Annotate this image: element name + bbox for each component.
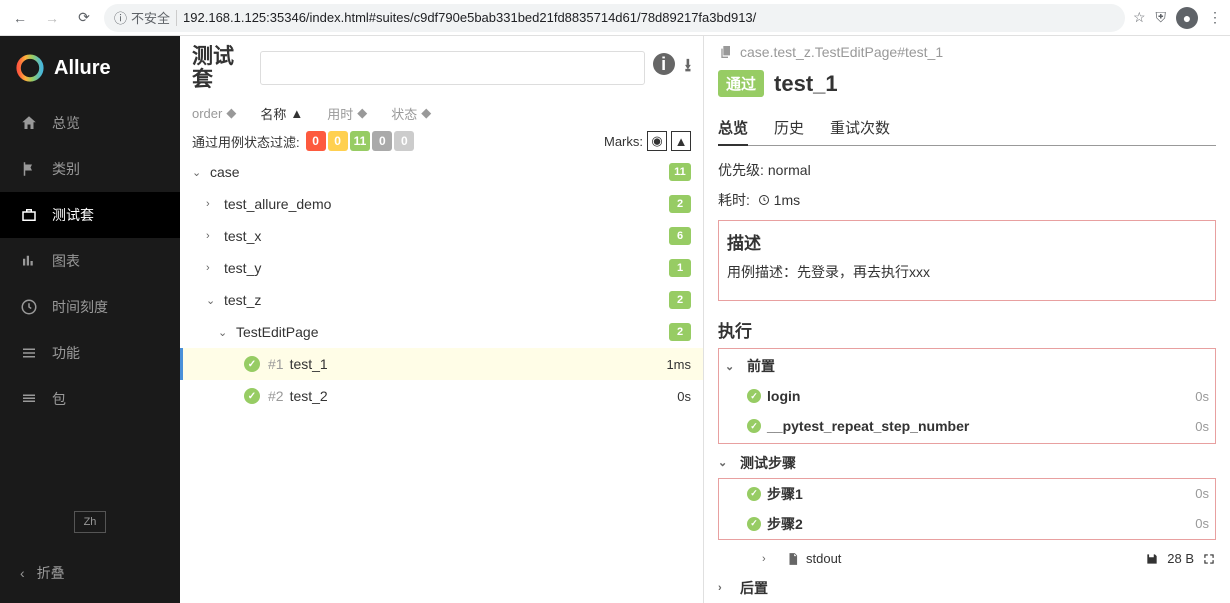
tab-overview[interactable]: 总览 [718, 111, 748, 146]
status-badge: 通过 [718, 70, 764, 97]
chevron-right-icon: › [206, 198, 220, 210]
sidebar-item-behaviors[interactable]: 功能 [0, 330, 180, 376]
list-icon [20, 344, 38, 362]
brand[interactable]: Allure [0, 36, 180, 100]
tree-leaf-test-1[interactable]: ✓#1test_11ms [180, 348, 703, 380]
description-heading: 描述 [727, 229, 1207, 254]
mark-flaky[interactable]: ◉ [647, 131, 667, 151]
chevron-down-icon: ⌄ [192, 166, 206, 179]
sidebar-item-categories[interactable]: 类别 [0, 146, 180, 192]
duration-line: 耗时: 1ms [718, 190, 1216, 210]
layers-icon [20, 390, 38, 408]
search-input[interactable] [260, 51, 645, 85]
filter-broken[interactable]: 0 [328, 131, 348, 151]
collapse-button[interactable]: ‹折叠 [0, 553, 180, 593]
language-button[interactable]: Zh [74, 511, 106, 533]
tree-title: 测试套 [192, 45, 252, 91]
sidebar-item-overview[interactable]: 总览 [0, 100, 180, 146]
filter-label: 通过用例状态过滤: [192, 132, 300, 151]
home-icon [20, 114, 38, 132]
tree-node-case[interactable]: ⌄case11 [180, 156, 703, 188]
chevron-right-icon: › [718, 582, 732, 594]
detail-pane: case.test_z.TestEditPage#test_1 通过 test_… [704, 36, 1230, 603]
browser-toolbar: ← → ⟳ ⓘ 不安全 192.168.1.125:35346/index.ht… [0, 0, 1230, 36]
tree-node-allure-demo[interactable]: ›test_allure_demo2 [180, 188, 703, 220]
download-icon[interactable]: ⭳ [685, 53, 691, 83]
breadcrumb: case.test_z.TestEditPage#test_1 [718, 44, 1216, 60]
pass-icon: ✓ [747, 517, 761, 531]
tab-retries[interactable]: 重试次数 [830, 111, 890, 146]
sidebar-item-graphs[interactable]: 图表 [0, 238, 180, 284]
tree-pane: 测试套 i ⭳ order ◆ 名称 ▲ 用时 ◆ 状态 ◆ 通过用例状态过滤:… [180, 36, 704, 603]
file-icon [786, 552, 800, 566]
pass-icon: ✓ [747, 389, 761, 403]
clock-icon [20, 298, 38, 316]
copy-icon[interactable] [718, 44, 734, 60]
shield-icon[interactable]: ⛨ [1156, 9, 1167, 26]
setup-heading[interactable]: ⌄前置 [725, 351, 1209, 381]
sidebar-item-suites[interactable]: 测试套 [0, 192, 180, 238]
tree-node-test-z[interactable]: ⌄test_z2 [180, 284, 703, 316]
tree-node-testeditpage[interactable]: ⌄TestEditPage2 [180, 316, 703, 348]
pass-icon: ✓ [244, 356, 260, 372]
info-icon[interactable]: i [653, 53, 675, 75]
flag-icon [20, 160, 38, 178]
star-icon[interactable]: ☆ [1133, 9, 1146, 26]
tree-node-test-x[interactable]: ›test_x6 [180, 220, 703, 252]
tree-leaf-test-2[interactable]: ✓#2test_20s [180, 380, 703, 412]
chevron-down-icon: ⌄ [718, 456, 732, 469]
sidebar-item-timeline[interactable]: 时间刻度 [0, 284, 180, 330]
brand-text: Allure [54, 57, 111, 80]
body-heading[interactable]: ⌄测试步骤 [718, 448, 1216, 478]
reload-button[interactable]: ⟳ [72, 6, 96, 30]
filter-failed[interactable]: 0 [306, 131, 326, 151]
filter-skipped[interactable]: 0 [372, 131, 392, 151]
chevron-down-icon: ⌄ [218, 326, 232, 339]
chevron-right-icon: › [206, 262, 220, 274]
chevron-right-icon: › [762, 553, 776, 565]
stdout-size: 28 B [1167, 551, 1194, 566]
setup-step-login[interactable]: ✓login0s [725, 381, 1209, 411]
briefcase-icon [20, 206, 38, 224]
url-text: 192.168.1.125:35346/index.html#suites/c9… [183, 10, 756, 25]
expand-icon[interactable] [1202, 552, 1216, 566]
menu-icon[interactable]: ⋮ [1208, 9, 1222, 26]
sidebar: Allure 总览 类别 测试套 图表 时间刻度 功能 包 Zh ‹折叠 [0, 36, 180, 603]
profile-icon[interactable]: ● [1176, 7, 1198, 29]
sort-order[interactable]: order ◆ [192, 105, 236, 121]
test-step-1[interactable]: ✓步骤10s [725, 479, 1209, 509]
chart-icon [20, 252, 38, 270]
test-step-2[interactable]: ✓步骤20s [725, 509, 1209, 539]
test-title: test_1 [774, 71, 838, 97]
filter-unknown[interactable]: 0 [394, 131, 414, 151]
clock-icon [758, 194, 770, 206]
setup-step-repeat[interactable]: ✓__pytest_repeat_step_number0s [725, 411, 1209, 441]
priority-line: 优先级:normal [718, 160, 1216, 180]
marks-label: Marks: [604, 134, 643, 149]
tab-history[interactable]: 历史 [774, 111, 804, 146]
sidebar-item-packages[interactable]: 包 [0, 376, 180, 422]
filter-passed[interactable]: 11 [350, 131, 371, 151]
sort-name[interactable]: 名称 ▲ [260, 104, 303, 123]
pass-icon: ✓ [244, 388, 260, 404]
description-text: 用例描述：先登录，再去执行xxx [727, 260, 1207, 292]
save-icon[interactable] [1145, 552, 1159, 566]
teardown-heading[interactable]: ›后置 [718, 573, 1216, 603]
stdout-attachment[interactable]: › stdout 28 B [718, 544, 1216, 574]
allure-logo-icon [16, 54, 44, 82]
pass-icon: ✓ [747, 419, 761, 433]
mark-new[interactable]: ▲ [671, 131, 691, 151]
chevron-right-icon: › [206, 230, 220, 242]
chevron-down-icon: ⌄ [206, 294, 220, 307]
chevron-down-icon: ⌄ [725, 360, 739, 373]
execution-heading: 执行 [718, 317, 1216, 342]
insecure-badge: ⓘ 不安全 [114, 8, 170, 27]
sort-duration[interactable]: 用时 ◆ [327, 104, 367, 123]
sort-status[interactable]: 状态 ◆ [391, 104, 431, 123]
address-bar[interactable]: ⓘ 不安全 192.168.1.125:35346/index.html#sui… [104, 4, 1125, 32]
forward-button[interactable]: → [40, 6, 64, 30]
tree-node-test-y[interactable]: ›test_y1 [180, 252, 703, 284]
pass-icon: ✓ [747, 487, 761, 501]
back-button[interactable]: ← [8, 6, 32, 30]
